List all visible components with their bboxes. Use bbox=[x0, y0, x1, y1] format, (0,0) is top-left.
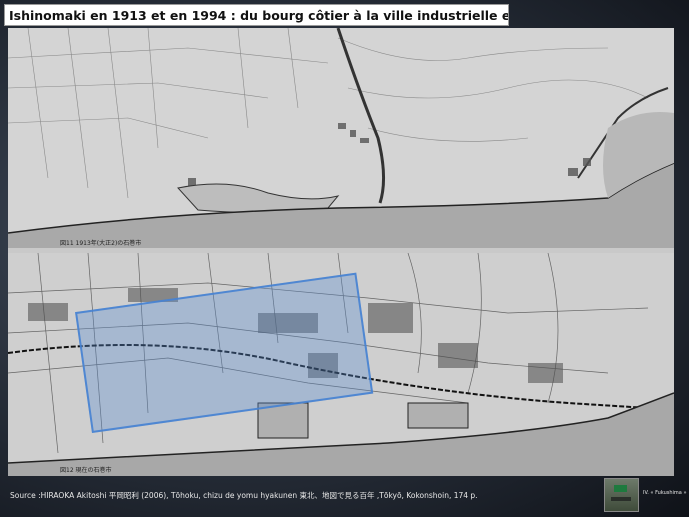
source-citation: Source :HIRAOKA Akitoshi 平岡昭利 (2006), Tō… bbox=[10, 491, 478, 500]
map-1913-caption: 図11 1913年(大正2)の石巻市 bbox=[60, 240, 142, 247]
map-1913-drawing bbox=[8, 28, 674, 248]
map-1913: 図11 1913年(大正2)の石巻市 bbox=[8, 28, 674, 248]
slide-title: Ishinomaki en 1913 et en 1994 : du bourg… bbox=[4, 4, 509, 26]
road-sign-icon bbox=[614, 485, 627, 492]
map-1994-caption: 図12 現在の石巻市 bbox=[60, 467, 112, 474]
section-label: IV. « Fukushima » bbox=[643, 490, 687, 496]
road-photo-thumbnail bbox=[604, 478, 639, 512]
road-icon bbox=[611, 497, 631, 501]
